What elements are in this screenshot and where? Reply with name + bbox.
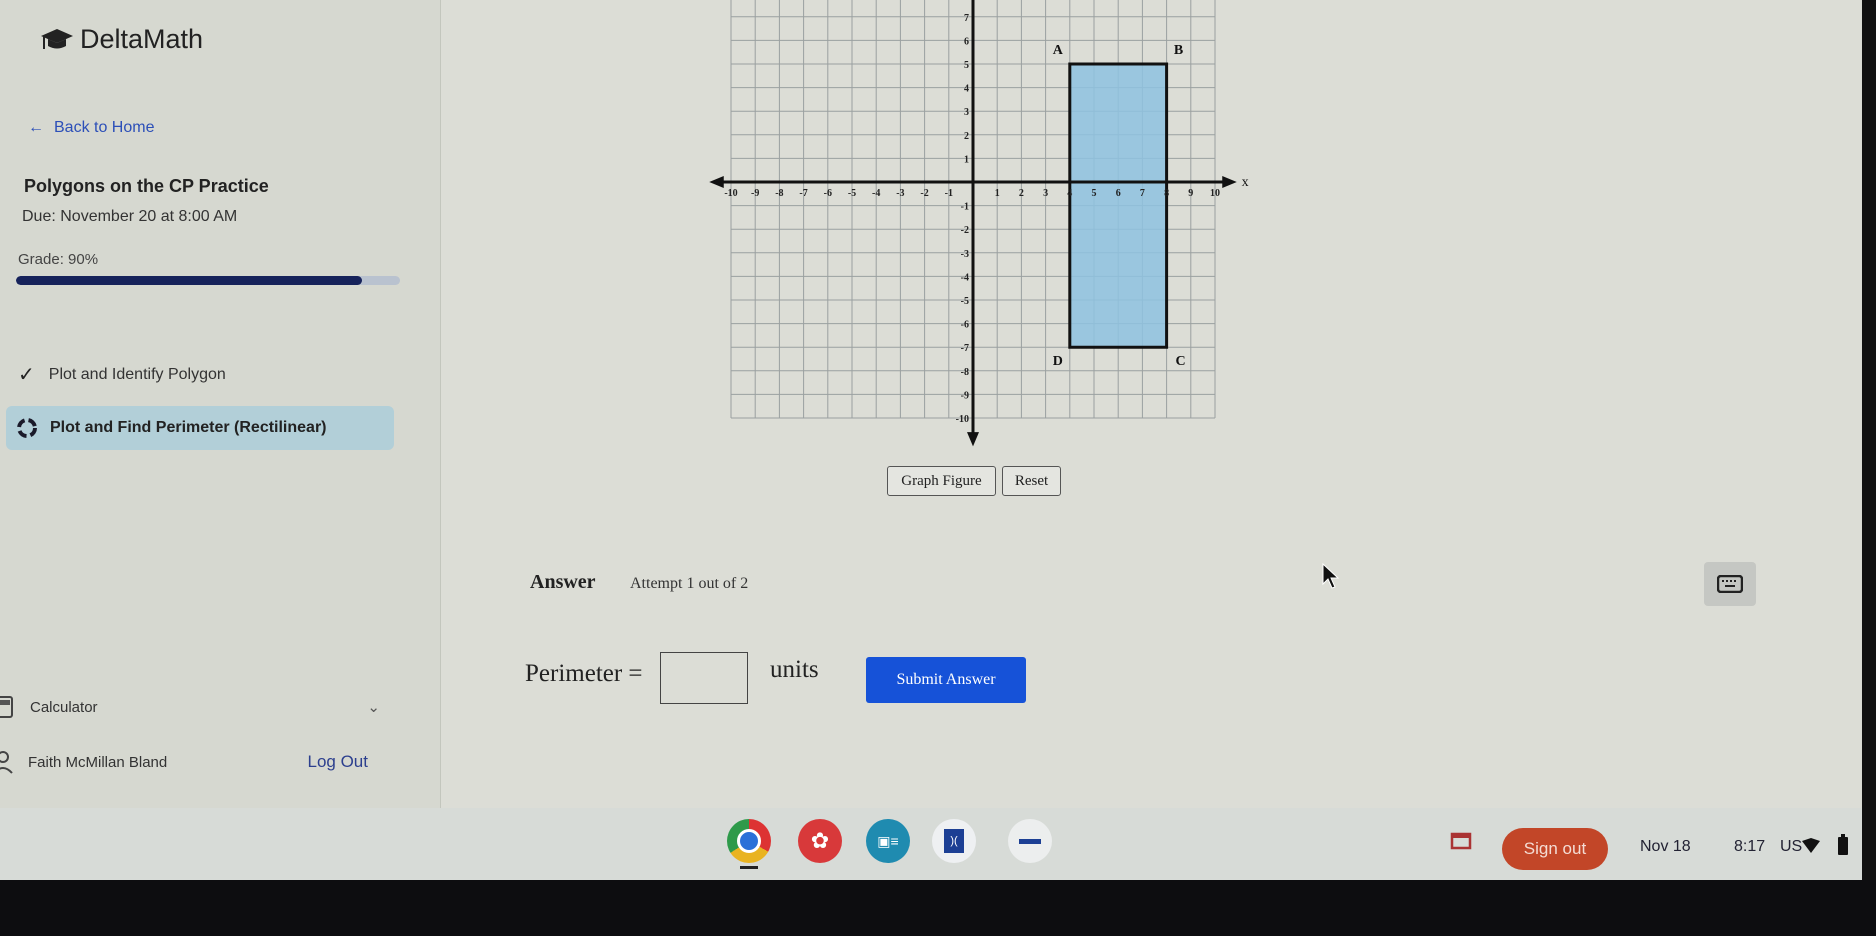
y-tick-label: -9 xyxy=(961,390,969,401)
tray-date[interactable]: Nov 18 xyxy=(1640,838,1691,856)
classroom-icon[interactable]: ▣≡ xyxy=(866,819,910,863)
y-tick-label: -7 xyxy=(961,343,969,354)
y-tick-label: 5 xyxy=(964,60,969,71)
rectangle-polygon xyxy=(1068,62,1169,349)
due-date: Due: November 20 at 8:00 AM xyxy=(22,208,238,225)
item-label: Plot and Identify Polygon xyxy=(48,365,226,383)
wifi-icon[interactable] xyxy=(1802,838,1820,854)
grade-progress-bar xyxy=(16,276,400,285)
sidebar: DeltaMath ← Back to Home Polygons on the… xyxy=(0,0,441,808)
x-axis-arrow-left xyxy=(709,176,724,188)
user-name: Faith McMillan Bland xyxy=(28,753,168,771)
x-tick-label: 9 xyxy=(1188,188,1193,199)
sidebar-item-plot-identify[interactable]: ✓ Plot and Identify Polygon xyxy=(18,362,226,387)
user-icon xyxy=(0,751,13,774)
reset-button[interactable]: Reset xyxy=(1002,466,1061,496)
calculator-icon xyxy=(0,696,13,718)
tray-time[interactable]: 8:17 xyxy=(1734,838,1765,856)
y-tick-label: 2 xyxy=(964,131,969,142)
calculator-toggle[interactable]: Calculator ⌄ xyxy=(0,696,380,718)
answer-heading: Answer xyxy=(530,571,596,593)
x-tick-label: 7 xyxy=(1140,188,1145,199)
pearson-icon[interactable] xyxy=(1008,819,1052,863)
y-tick-label: -4 xyxy=(961,272,969,283)
x-tick-label: 1 xyxy=(995,188,1000,199)
y-tick-label: -6 xyxy=(961,320,969,331)
y-tick-label: 6 xyxy=(964,36,969,47)
back-to-home-link[interactable]: ← Back to Home xyxy=(28,119,154,137)
grade-label: Grade: 90% xyxy=(18,251,99,268)
graph-figure-button[interactable]: Graph Figure xyxy=(887,466,996,496)
screen-bezel xyxy=(1862,0,1876,880)
logo-text: DeltaMath xyxy=(80,24,204,54)
x-tick-label: 6 xyxy=(1116,188,1121,199)
calculator-label: Calculator xyxy=(30,698,98,716)
x-tick-label: 8 xyxy=(1164,188,1169,199)
y-tick-label: -3 xyxy=(961,249,969,260)
x-tick-label: -4 xyxy=(872,188,880,199)
keyboard-icon xyxy=(1717,575,1743,593)
grade-progress-fill xyxy=(16,276,362,285)
y-tick-label: -2 xyxy=(961,225,969,236)
back-label: Back to Home xyxy=(54,119,155,136)
x-tick-label: -5 xyxy=(848,188,856,199)
in-progress-icon xyxy=(17,418,37,438)
mouse-cursor-icon xyxy=(1322,563,1340,589)
x-tick-label: -7 xyxy=(799,188,807,199)
app-icon[interactable]: )( xyxy=(932,819,976,863)
active-app-indicator xyxy=(740,866,758,869)
y-tick-label: -1 xyxy=(961,202,969,213)
battery-icon[interactable] xyxy=(1838,834,1848,856)
arrow-left-icon: ← xyxy=(28,119,44,136)
deltamath-logo[interactable]: DeltaMath xyxy=(40,24,203,55)
chevron-down-icon: ⌄ xyxy=(367,699,380,716)
x-tick-label: 5 xyxy=(1092,188,1097,199)
y-tick-label: 1 xyxy=(964,154,969,165)
attempt-counter: Attempt 1 out of 2 xyxy=(630,575,749,592)
units-label: units xyxy=(770,656,819,683)
sign-out-button[interactable]: Sign out xyxy=(1502,828,1608,870)
assignment-title: Polygons on the CP Practice xyxy=(24,176,269,196)
y-tick-label: 4 xyxy=(964,84,969,95)
y-tick-label: 3 xyxy=(964,107,969,118)
x-tick-label: -9 xyxy=(751,188,759,199)
user-row: Faith McMillan Bland Log Out xyxy=(0,750,380,774)
x-tick-label: -3 xyxy=(896,188,904,199)
x-tick-label: 4 xyxy=(1067,188,1072,199)
perimeter-input[interactable] xyxy=(660,652,748,704)
vertex-label-c: C xyxy=(1176,354,1186,369)
perimeter-label: Perimeter = xyxy=(525,660,643,687)
x-tick-label: 2 xyxy=(1019,188,1024,199)
y-axis-arrow-down xyxy=(967,432,979,447)
x-axis-arrow-right xyxy=(1222,176,1237,188)
sidebar-item-plot-perimeter[interactable]: Plot and Find Perimeter (Rectilinear) xyxy=(6,406,394,450)
x-axis-label: x xyxy=(1242,175,1249,190)
y-tick-label: 7 xyxy=(964,13,969,24)
logout-link[interactable]: Log Out xyxy=(308,752,369,772)
bezel-bottom xyxy=(0,880,1876,936)
x-tick-label: -2 xyxy=(920,188,928,199)
submit-answer-button[interactable]: Submit Answer xyxy=(866,657,1026,703)
y-tick-label: -8 xyxy=(961,367,969,378)
tray-locale[interactable]: US xyxy=(1780,838,1802,856)
keyboard-toggle[interactable] xyxy=(1704,562,1756,606)
x-tick-label: -6 xyxy=(824,188,832,199)
checkmark-icon: ✓ xyxy=(18,364,35,386)
x-tick-label: -8 xyxy=(775,188,783,199)
x-tick-label: 3 xyxy=(1043,188,1048,199)
x-tick-label: -10 xyxy=(724,188,737,199)
y-tick-label: -10 xyxy=(956,414,969,425)
vertex-label-b: B xyxy=(1174,43,1183,58)
vertex-label-a: A xyxy=(1053,43,1064,58)
item-label: Plot and Find Perimeter (Rectilinear) xyxy=(50,419,327,436)
y-tick-label: -5 xyxy=(961,296,969,307)
coordinate-grid[interactable]: x -10 -9 -8 -7 -6 -5 -4 -3 -2 -1 1 2 3 4 5 6 7 8 9 10 7 6 5 4 3 2 1… xyxy=(700,0,1260,450)
paint-icon[interactable]: ✿ xyxy=(798,819,842,863)
screen-capture-icon[interactable] xyxy=(1450,830,1472,850)
graduation-cap-icon xyxy=(41,28,73,49)
x-tick-label: 10 xyxy=(1210,188,1220,199)
x-tick-label: -1 xyxy=(945,188,953,199)
chrome-icon[interactable] xyxy=(727,819,771,863)
vertex-label-d: D xyxy=(1053,354,1063,369)
